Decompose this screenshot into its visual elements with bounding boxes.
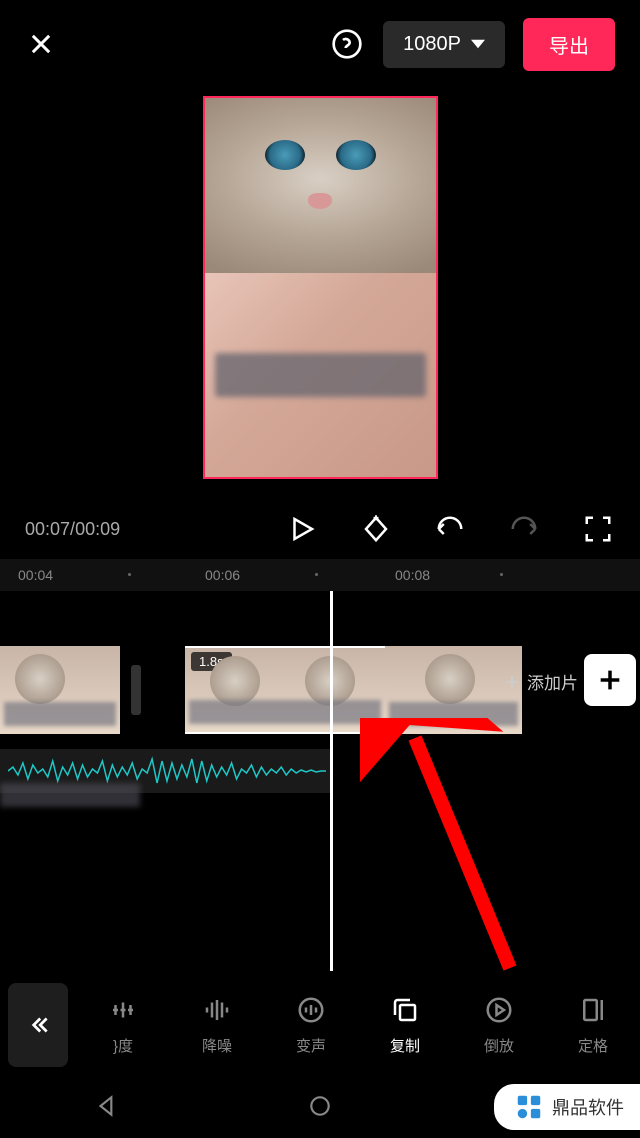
- add-clip-button[interactable]: [584, 654, 636, 706]
- chevron-down-icon: [471, 37, 485, 51]
- timeline[interactable]: 1.8s 添加片: [0, 591, 640, 971]
- resolution-label: 1080P: [403, 33, 461, 56]
- tool-speed[interactable]: }度: [108, 995, 138, 1056]
- video-clip-selected[interactable]: 1.8s: [185, 646, 385, 734]
- watermark-text: 鼎品软件: [552, 1094, 624, 1120]
- speed-icon: [108, 995, 138, 1025]
- video-clip-1[interactable]: [0, 646, 120, 734]
- resolution-selector[interactable]: 1080P: [383, 21, 505, 68]
- watermark: 鼎品软件: [494, 1084, 640, 1130]
- export-button[interactable]: 导出: [523, 18, 615, 71]
- freeze-icon: [578, 995, 608, 1025]
- tool-reverse[interactable]: 倒放: [484, 995, 514, 1056]
- time-display: 00:07/00:09: [25, 519, 120, 540]
- tool-denoise[interactable]: 降噪: [202, 995, 232, 1056]
- tool-voice-change[interactable]: 变声: [296, 995, 326, 1056]
- help-button[interactable]: [329, 26, 365, 62]
- tool-freeze[interactable]: 定格: [578, 995, 608, 1056]
- video-clip-3[interactable]: [385, 646, 522, 734]
- add-clip-label: 添加片: [503, 669, 578, 694]
- nav-home[interactable]: [307, 1093, 333, 1124]
- close-button[interactable]: [25, 28, 57, 60]
- denoise-icon: [202, 995, 232, 1025]
- time-ruler[interactable]: 00:04 00:06 00:08: [0, 559, 640, 591]
- preview-frame: [203, 96, 438, 479]
- bottom-toolbar: }度 降噪 变声 复制 倒放 定格: [0, 972, 640, 1078]
- watermark-logo-icon: [514, 1092, 544, 1122]
- fullscreen-button[interactable]: [581, 512, 615, 546]
- play-button[interactable]: [285, 512, 319, 546]
- reverse-icon: [484, 995, 514, 1025]
- transition-marker[interactable]: [131, 665, 141, 715]
- video-preview[interactable]: [0, 88, 640, 499]
- tool-copy[interactable]: 复制: [390, 995, 420, 1056]
- copy-icon: [390, 995, 420, 1025]
- redo-button: [507, 512, 541, 546]
- keyframe-button[interactable]: [359, 512, 393, 546]
- collapse-toolbar-button[interactable]: [8, 983, 68, 1067]
- voice-icon: [296, 995, 326, 1025]
- undo-button[interactable]: [433, 512, 467, 546]
- nav-back[interactable]: [94, 1093, 120, 1124]
- playhead[interactable]: [330, 591, 333, 971]
